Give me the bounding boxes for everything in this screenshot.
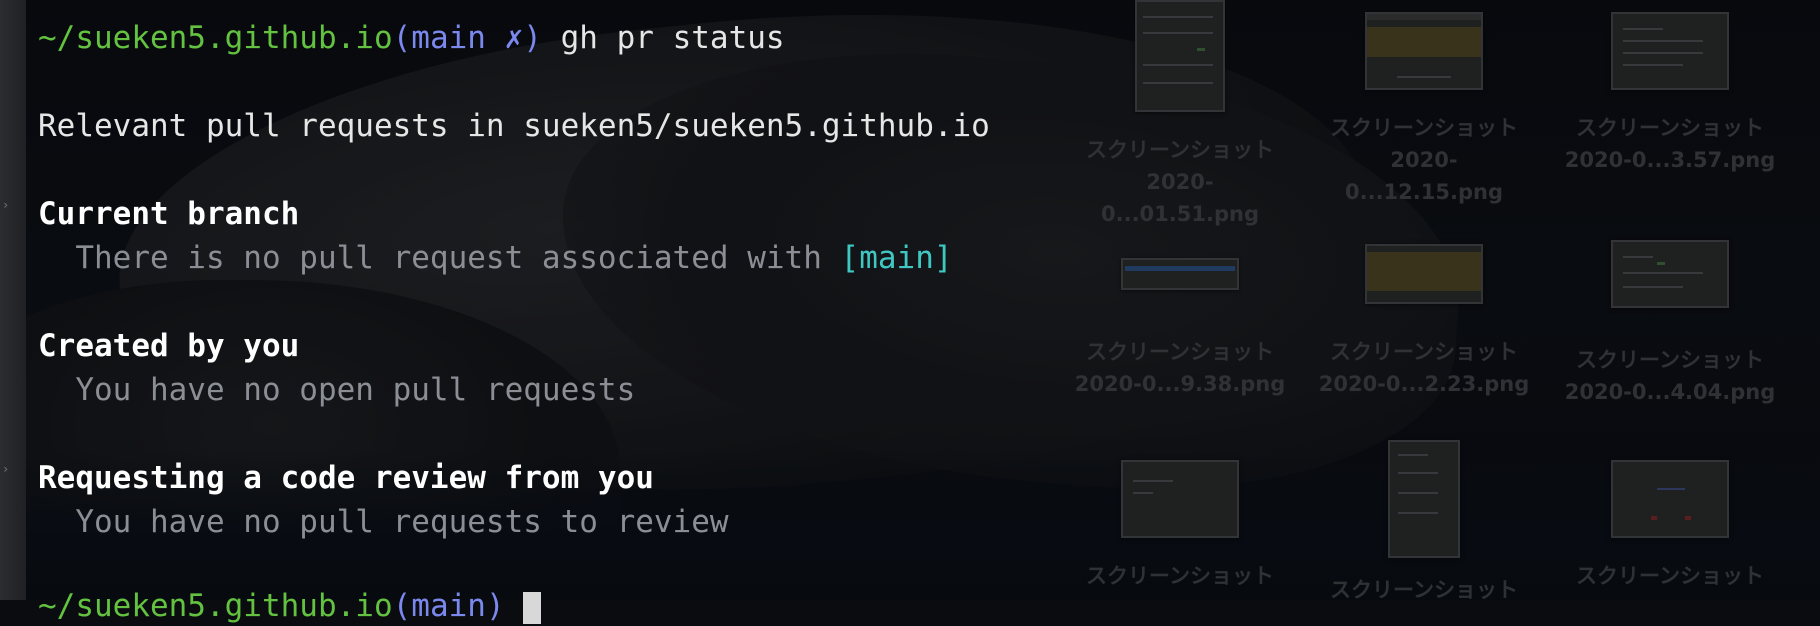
section-message-current-branch: There is no pull request associated with…	[38, 240, 953, 276]
section-heading-review-requests: Requesting a code review from you	[38, 460, 654, 496]
section-heading-current-branch: Current branch	[38, 196, 300, 232]
text-cursor	[523, 591, 542, 624]
prompt-open-paren: (	[392, 20, 412, 56]
prompt-branch: main	[411, 20, 486, 56]
section-message-review-requests: You have no pull requests to review	[38, 504, 729, 540]
section-heading-created-by-you: Created by you	[38, 328, 300, 364]
prompt-branch: main	[411, 588, 486, 624]
section-message-created-by-you: You have no open pull requests	[38, 372, 636, 408]
command-text: gh pr status	[560, 20, 785, 56]
branch-highlight: [main]	[840, 240, 953, 276]
prompt-close-paren: )	[523, 20, 542, 56]
prompt-line: ~/sueken5.github.io(main ✗) gh pr status	[38, 18, 785, 58]
next-prompt-line: ~/sueken5.github.io(main)	[38, 586, 542, 626]
terminal-window[interactable]: ~/sueken5.github.io(main ✗) gh pr status…	[0, 0, 1820, 624]
prompt-path: ~/sueken5.github.io	[38, 588, 393, 624]
relevant-pr-line: Relevant pull requests in sueken5/sueken…	[38, 108, 990, 144]
prompt-path: ~/sueken5.github.io	[38, 20, 393, 56]
prompt-dirty-mark: ✗	[504, 20, 524, 56]
